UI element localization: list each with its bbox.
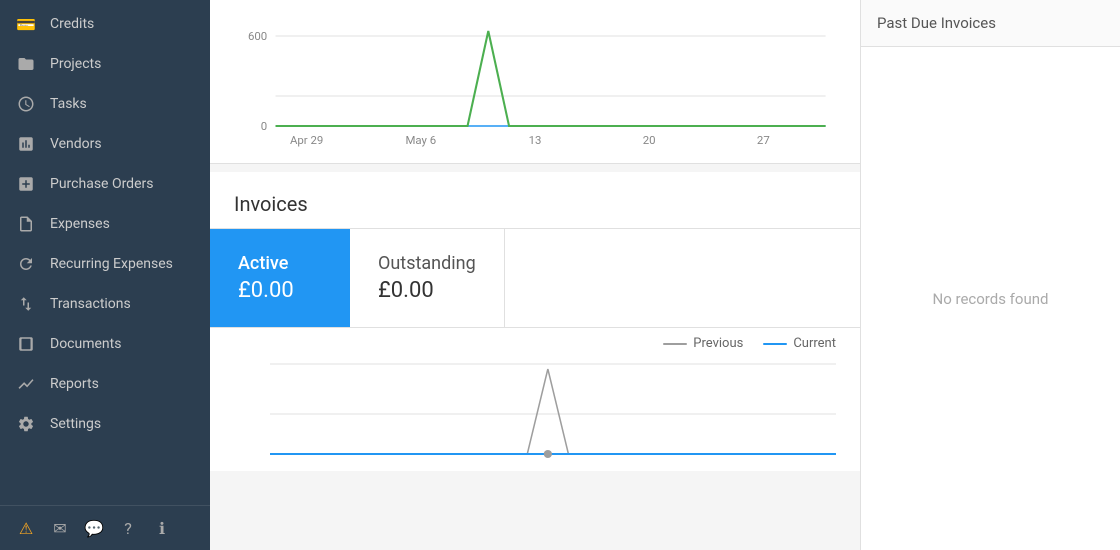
sidebar-label-transactions: Transactions	[50, 296, 131, 312]
no-records-text: No records found	[861, 47, 1120, 550]
svg-text:Apr 29: Apr 29	[290, 134, 323, 147]
reports-icon	[16, 374, 36, 394]
sidebar-label-tasks: Tasks	[50, 96, 87, 112]
sidebar-label-purchase-orders: Purchase Orders	[50, 176, 153, 192]
warning-icon[interactable]: ⚠	[14, 516, 38, 540]
right-panel: Past Due Invoices No records found	[860, 0, 1120, 550]
sidebar-item-transactions[interactable]: Transactions	[0, 284, 210, 324]
sidebar-item-purchase-orders[interactable]: Purchase Orders	[0, 164, 210, 204]
sidebar: 💳 Credits Projects Tasks Vendors Purc	[0, 0, 210, 550]
sidebar-label-expenses: Expenses	[50, 216, 110, 232]
svg-text:0: 0	[261, 120, 267, 133]
top-chart-card: 600 0 Apr 29 May 6 13 20 27	[210, 0, 860, 164]
sidebar-nav: 💳 Credits Projects Tasks Vendors Purc	[0, 0, 210, 505]
sidebar-item-expenses[interactable]: Expenses	[0, 204, 210, 244]
current-label: Current	[793, 336, 836, 351]
current-line	[763, 343, 787, 345]
sidebar-label-reports: Reports	[50, 376, 99, 392]
chart-legend: Previous Current	[210, 328, 860, 351]
invoices-chart-svg: 1,200 600	[270, 359, 836, 469]
documents-icon	[16, 334, 36, 354]
transactions-icon	[16, 294, 36, 314]
vendors-icon	[16, 134, 36, 154]
tasks-icon	[16, 94, 36, 114]
legend-previous: Previous	[663, 336, 743, 351]
sidebar-label-documents: Documents	[50, 336, 121, 352]
sidebar-item-vendors[interactable]: Vendors	[0, 124, 210, 164]
sidebar-item-projects[interactable]: Projects	[0, 44, 210, 84]
invoices-stats: Active £0.00 Outstanding £0.00	[210, 228, 860, 328]
chat-icon[interactable]: 💬	[82, 516, 106, 540]
svg-text:27: 27	[757, 134, 770, 147]
purchase-orders-icon	[16, 174, 36, 194]
sidebar-item-reports[interactable]: Reports	[0, 364, 210, 404]
stat-active: Active £0.00	[210, 229, 350, 327]
sidebar-item-recurring-expenses[interactable]: Recurring Expenses	[0, 244, 210, 284]
top-chart-area: 600 0 Apr 29 May 6 13 20 27	[234, 16, 836, 151]
main-content: 600 0 Apr 29 May 6 13 20 27	[210, 0, 1120, 550]
active-label: Active	[238, 253, 322, 274]
outstanding-value: £0.00	[378, 278, 476, 303]
expenses-icon	[16, 214, 36, 234]
svg-text:May 6: May 6	[405, 134, 436, 147]
previous-label: Previous	[693, 336, 743, 351]
invoices-card: Invoices Active £0.00 Outstanding £0.00	[210, 172, 860, 471]
center-panel: 600 0 Apr 29 May 6 13 20 27	[210, 0, 860, 550]
past-due-invoices-header: Past Due Invoices	[861, 0, 1120, 47]
sidebar-item-credits[interactable]: 💳 Credits	[0, 4, 210, 44]
info-icon[interactable]: ℹ	[150, 516, 174, 540]
help-icon[interactable]: ?	[116, 516, 140, 540]
svg-text:600: 600	[248, 30, 267, 43]
outstanding-label: Outstanding	[378, 253, 476, 274]
sidebar-item-tasks[interactable]: Tasks	[0, 84, 210, 124]
sidebar-label-credits: Credits	[50, 16, 94, 32]
projects-icon	[16, 54, 36, 74]
sidebar-item-settings[interactable]: Settings	[0, 404, 210, 444]
credits-icon: 💳	[16, 14, 36, 34]
active-value: £0.00	[238, 278, 322, 303]
content-area: 600 0 Apr 29 May 6 13 20 27	[210, 0, 1120, 550]
svg-text:13: 13	[529, 134, 542, 147]
sidebar-bottom: ⚠ ✉ 💬 ? ℹ	[0, 505, 210, 550]
top-chart-svg: 600 0 Apr 29 May 6 13 20 27	[234, 16, 836, 151]
invoices-chart-area: 1,200 600	[210, 351, 860, 471]
sidebar-item-documents[interactable]: Documents	[0, 324, 210, 364]
mail-icon[interactable]: ✉	[48, 516, 72, 540]
svg-text:20: 20	[643, 134, 656, 147]
sidebar-label-vendors: Vendors	[50, 136, 102, 152]
sidebar-label-projects: Projects	[50, 56, 101, 72]
legend-current: Current	[763, 336, 836, 351]
invoices-title: Invoices	[210, 172, 860, 228]
sidebar-label-settings: Settings	[50, 416, 101, 432]
settings-icon	[16, 414, 36, 434]
recurring-expenses-icon	[16, 254, 36, 274]
sidebar-label-recurring-expenses: Recurring Expenses	[50, 256, 173, 272]
stat-outstanding: Outstanding £0.00	[350, 229, 505, 327]
previous-line	[663, 343, 687, 345]
